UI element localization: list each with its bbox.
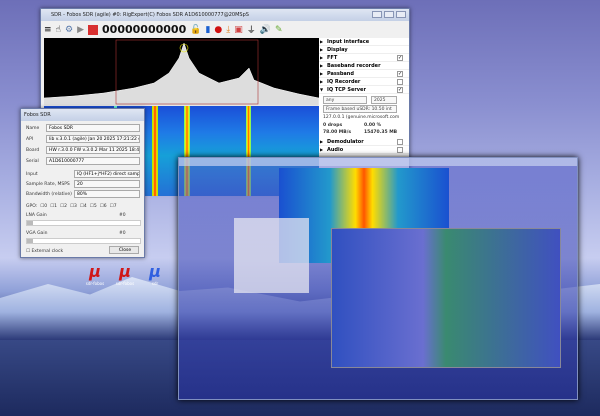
frequency-display[interactable]: 00000000000 — [102, 23, 186, 36]
sdr-app-icon: μ — [119, 262, 131, 281]
name-field: Fobos SDR — [46, 124, 140, 132]
gpo-row: GPO: ☐0 ☐1 ☐2 ☐3 ☐4 ☐5 ☐6 ☐7 — [26, 204, 117, 209]
gpo-checkbox[interactable]: ☐5 — [90, 204, 97, 209]
gpo-checkbox[interactable]: ☐7 — [110, 204, 117, 209]
recursive-screen-window[interactable] — [178, 157, 578, 400]
lna-gain-value: #0 — [119, 213, 126, 218]
gpo-checkbox[interactable]: ☐4 — [80, 204, 87, 209]
menu-icon[interactable]: ≡ — [44, 25, 52, 35]
play-icon[interactable]: ▶ — [77, 25, 84, 35]
bandwidth-select[interactable]: 80% — [74, 190, 140, 198]
spectrum-display[interactable] — [43, 38, 320, 107]
dialog-title: Fobos SDR — [24, 112, 51, 118]
device-dialog: Fobos SDR Name Fobos SDR API lib v.3.0.1… — [20, 108, 145, 258]
bars-icon[interactable]: ▮ — [205, 25, 210, 35]
iq-recorder-checkbox[interactable] — [397, 79, 403, 85]
section-demodulator[interactable]: Demodulator — [319, 138, 409, 146]
vga-gain-label: VGA Gain — [26, 231, 48, 236]
desktop-icon-sdr[interactable]: μ sdr — [142, 262, 168, 286]
section-baseband-recorder[interactable]: Baseband recorder — [319, 62, 409, 70]
gpo-checkbox[interactable]: ☐6 — [100, 204, 107, 209]
serial-field: A1D610000777 — [46, 157, 140, 165]
screenshot-icon[interactable]: ▣ — [234, 25, 243, 35]
external-clock-checkbox[interactable]: ☐ External clock — [26, 249, 63, 254]
desktop-icon-sdr-fobos-2[interactable]: μ sdr-fobos — [112, 262, 138, 286]
drops-text: 0 drops — [323, 123, 343, 128]
hand-icon[interactable]: ☝ — [56, 25, 61, 35]
stop-icon[interactable] — [88, 24, 99, 35]
record-icon[interactable]: ● — [214, 25, 222, 35]
gpo-checkbox[interactable]: ☐3 — [70, 204, 77, 209]
mode-select[interactable]: Frame based uSDR: 10.50 int — [323, 105, 397, 113]
title-bar[interactable]: SDR - Fobos SDR (agile) #0: RigExpert(C)… — [41, 9, 409, 21]
drop-pct-text: 0.00 % — [364, 123, 382, 128]
fft-checkbox[interactable]: ✓ — [397, 55, 403, 61]
window-title: SDR - Fobos SDR (agile) #0: RigExpert(C)… — [51, 12, 249, 18]
gpo-checkbox[interactable]: ☐1 — [50, 204, 57, 209]
vga-gain-value: #0 — [119, 231, 126, 236]
serial-label: Serial — [26, 159, 39, 164]
section-iq-recorder[interactable]: IQ Recorder — [319, 78, 409, 86]
passband-checkbox[interactable]: ✓ — [397, 71, 403, 77]
host-select[interactable]: any — [323, 96, 367, 104]
section-iq-tcp-server[interactable]: IQ TCP Server✓ — [319, 86, 409, 94]
desktop-icon-sdr-fobos[interactable]: μ sdr-fobos — [82, 262, 108, 286]
audio-checkbox[interactable] — [397, 147, 403, 153]
minimize-button[interactable] — [372, 11, 382, 18]
maximize-button[interactable] — [384, 11, 394, 18]
dialog-title-bar[interactable]: Fobos SDR — [21, 109, 144, 121]
gear-icon[interactable]: ⚙ — [65, 25, 73, 35]
api-field: lib v.3.0.1 (agile) Jan 20 2025 17:21:22… — [46, 135, 140, 143]
input-select[interactable]: IQ (HF1+j*HF2) direct samp — [74, 170, 140, 178]
sdr-app-icon: μ — [89, 262, 101, 281]
board-field: HW r.3.0.0 FW v.3.0.2 Mar 11 2025 18:42:… — [46, 146, 140, 154]
name-label: Name — [26, 126, 40, 131]
gpo-checkbox[interactable]: ☐2 — [60, 204, 67, 209]
speaker-icon[interactable]: 🔊 — [260, 25, 271, 35]
sdr-app-icon: μ — [149, 262, 161, 281]
section-audio[interactable]: Audio — [319, 146, 409, 154]
close-button[interactable]: Close — [109, 246, 139, 254]
rate-text: 78.00 MB/s — [323, 130, 352, 135]
api-label: API — [26, 137, 34, 142]
gpo-checkbox[interactable]: ☐0 — [40, 204, 47, 209]
bandwidth-label: Bandwidth (relative) — [26, 192, 72, 197]
lna-gain-slider[interactable] — [26, 220, 141, 226]
demodulator-checkbox[interactable] — [397, 139, 403, 145]
total-text: 15470.35 MB — [364, 130, 398, 135]
spectrum-trace — [43, 39, 320, 107]
vga-gain-slider[interactable] — [26, 238, 141, 244]
section-input-interface[interactable]: Input interface — [319, 38, 409, 46]
iq-tcp-checkbox[interactable]: ✓ — [397, 87, 403, 93]
lock-icon[interactable]: 🔓 — [190, 25, 201, 35]
input-label: Input — [26, 172, 38, 177]
section-display[interactable]: Display — [319, 46, 409, 54]
port-input[interactable]: 2025 — [371, 96, 397, 104]
filter-icon[interactable]: ⏚ — [247, 23, 256, 36]
board-label: Board — [26, 148, 40, 153]
sample-rate-label: Sample Rate, MSPS — [26, 182, 70, 187]
pencil-icon[interactable]: ✎ — [275, 25, 283, 35]
download-icon[interactable]: ⤓ — [226, 25, 230, 35]
section-fft[interactable]: FFT✓ — [319, 54, 409, 62]
client-text: 127.0.0.1 (genuine.microsoft.com — [323, 115, 400, 120]
section-passband[interactable]: Passband✓ — [319, 70, 409, 78]
close-button[interactable] — [396, 11, 406, 18]
lna-gain-label: LNA Gain — [26, 213, 47, 218]
sample-rate-select[interactable]: 20 — [74, 180, 140, 188]
toolbar: ≡ ☝ ⚙ ▶ 00000000000 🔓 ▮ ● ⤓ ▣ ⏚ 🔊 ✎ — [41, 21, 409, 38]
